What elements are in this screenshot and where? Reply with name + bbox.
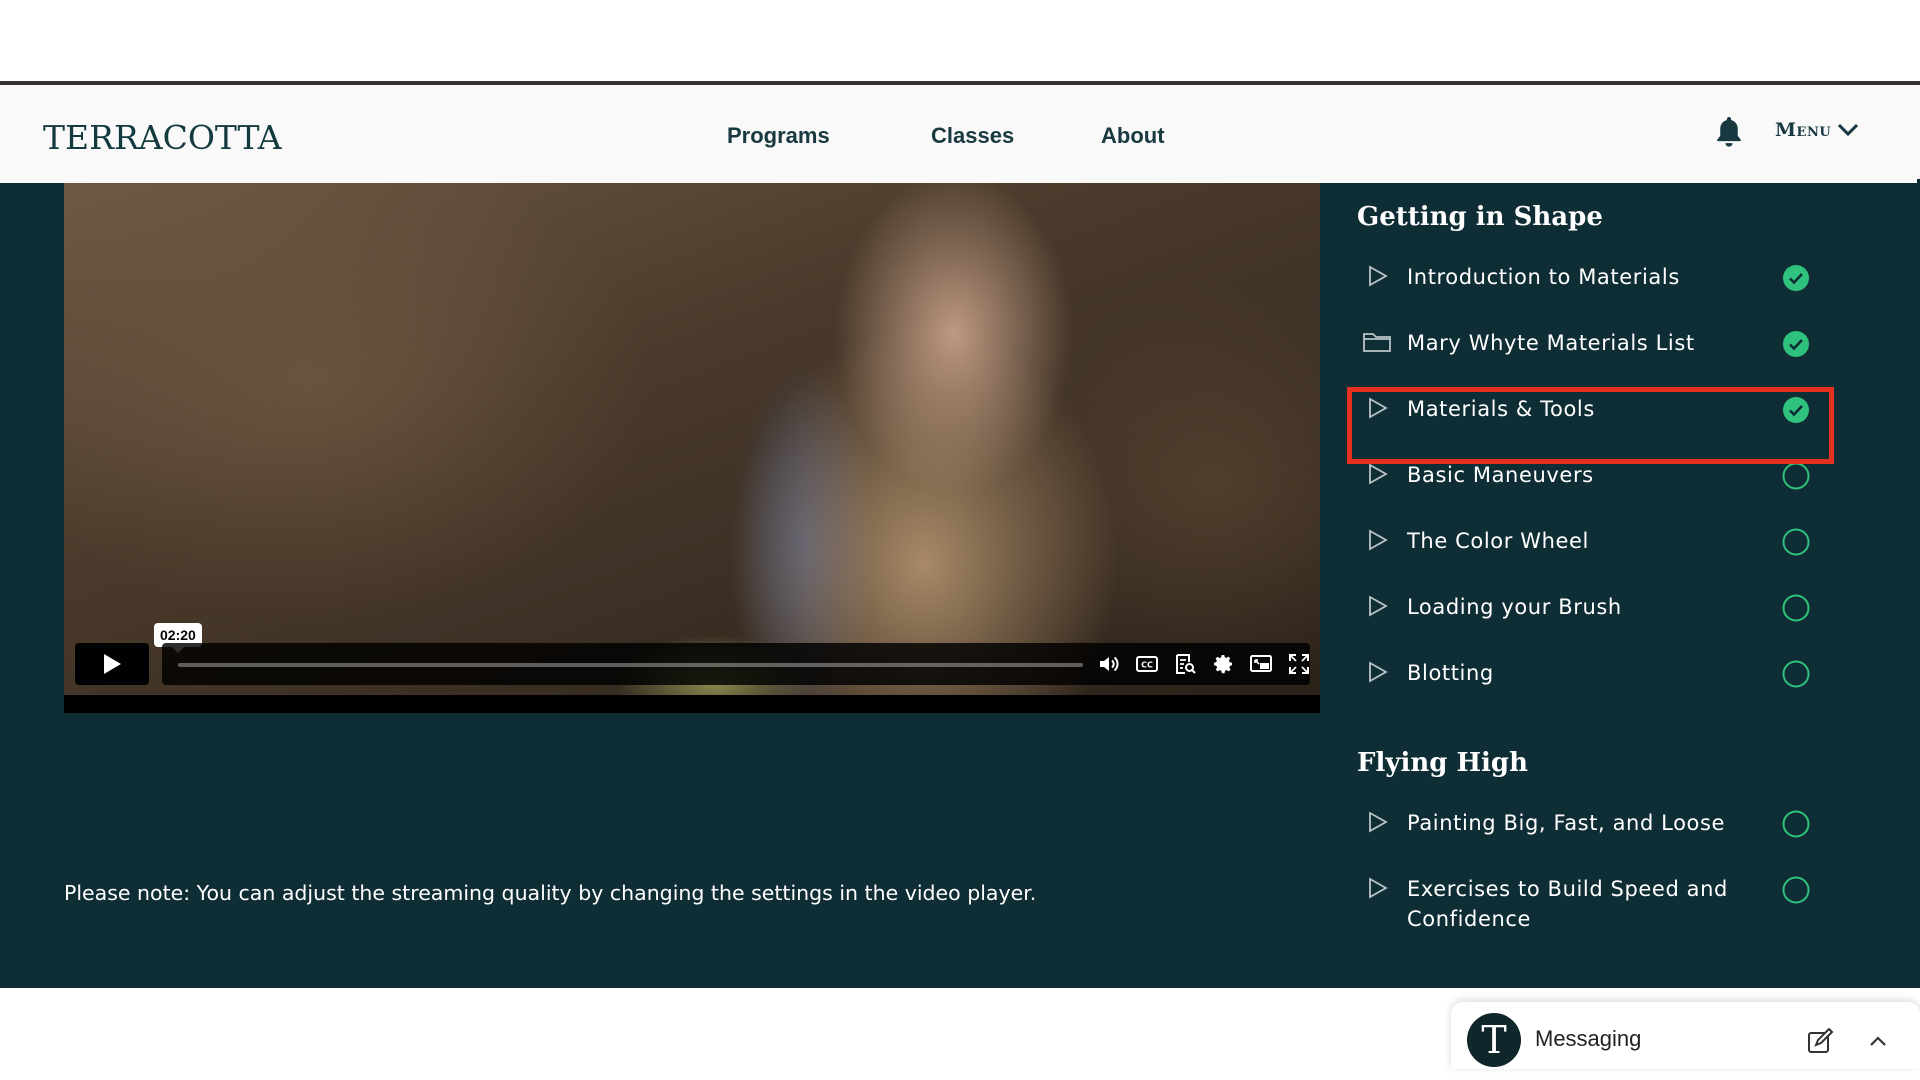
site-logo[interactable]: TERRACOTTA	[43, 118, 282, 157]
messaging-widget[interactable]: T Messaging	[1451, 1002, 1920, 1069]
incomplete-circle-icon	[1782, 876, 1810, 904]
nav-about[interactable]: About	[1101, 123, 1165, 149]
svg-text:CC: CC	[1141, 661, 1153, 670]
fullscreen-icon[interactable]	[1287, 652, 1311, 676]
completed-check-icon	[1782, 330, 1810, 358]
lesson-label: Mary Whyte Materials List	[1407, 331, 1695, 355]
picture-in-picture-icon[interactable]	[1249, 652, 1273, 676]
lesson-label: Painting Big, Fast, and Loose	[1407, 811, 1726, 835]
lesson-item[interactable]: Loading your Brush	[1357, 586, 1817, 626]
lesson-label: Introduction to Materials	[1407, 265, 1680, 289]
lesson-label: Basic Maneuvers	[1407, 463, 1594, 487]
compose-icon[interactable]	[1807, 1028, 1835, 1054]
completed-check-icon	[1782, 264, 1810, 292]
lesson-label: Exercises to Build Speed and Confidence	[1407, 877, 1728, 931]
section-title-flying-high: Flying High	[1357, 748, 1528, 778]
play-outline-icon	[1367, 660, 1389, 684]
play-outline-icon	[1367, 462, 1389, 486]
lesson-label: Loading your Brush	[1407, 595, 1622, 619]
lesson-item[interactable]: The Color Wheel	[1357, 520, 1817, 560]
lesson-item[interactable]: Blotting	[1357, 652, 1817, 692]
lesson-item[interactable]: Exercises to Build Speed and Confidence	[1357, 868, 1817, 931]
play-outline-icon	[1367, 528, 1389, 552]
volume-icon[interactable]	[1097, 652, 1121, 676]
play-icon	[104, 654, 121, 674]
lesson-item[interactable]: Painting Big, Fast, and Loose	[1357, 802, 1817, 842]
play-outline-icon	[1367, 594, 1389, 618]
site-header: TERRACOTTA Programs Classes About Menu	[0, 85, 1920, 183]
lesson-item[interactable]: Mary Whyte Materials List	[1357, 322, 1817, 362]
settings-gear-icon[interactable]	[1211, 652, 1235, 676]
play-outline-icon	[1367, 810, 1389, 834]
video-controls: CC	[162, 643, 1310, 685]
bell-icon[interactable]	[1713, 115, 1745, 149]
play-outline-icon	[1367, 876, 1389, 900]
nav-classes[interactable]: Classes	[931, 123, 1014, 149]
highlight-box	[1347, 387, 1834, 464]
play-button[interactable]	[75, 643, 149, 685]
transcript-search-icon[interactable]	[1173, 652, 1197, 676]
video-frame-painting	[64, 183, 1320, 695]
section-title-getting-in-shape: Getting in Shape	[1357, 202, 1603, 232]
chevron-down-icon	[1838, 123, 1859, 137]
incomplete-circle-icon	[1782, 810, 1810, 838]
chevron-up-icon[interactable]	[1869, 1034, 1887, 1048]
video-player[interactable]: 02:20 CC	[64, 183, 1320, 713]
progress-scrubber[interactable]	[178, 663, 1083, 667]
messaging-label: Messaging	[1535, 1026, 1642, 1051]
play-outline-icon	[1367, 264, 1389, 288]
page-frame: TERRACOTTA Programs Classes About Menu 0…	[0, 81, 1920, 1069]
incomplete-circle-icon	[1782, 660, 1810, 688]
streaming-note: Please note: You can adjust the streamin…	[64, 881, 1037, 905]
menu-button[interactable]: Menu	[1775, 119, 1859, 141]
closed-captions-icon[interactable]: CC	[1135, 652, 1159, 676]
folder-icon	[1363, 330, 1391, 354]
incomplete-circle-icon	[1782, 528, 1810, 556]
incomplete-circle-icon	[1782, 462, 1810, 490]
lesson-label: The Color Wheel	[1407, 529, 1589, 553]
menu-label: Menu	[1775, 119, 1832, 141]
lesson-label: Blotting	[1407, 661, 1494, 685]
lesson-item[interactable]: Introduction to Materials	[1357, 256, 1817, 296]
messaging-avatar: T	[1467, 1013, 1521, 1067]
nav-programs[interactable]: Programs	[727, 123, 830, 149]
incomplete-circle-icon	[1782, 594, 1810, 622]
